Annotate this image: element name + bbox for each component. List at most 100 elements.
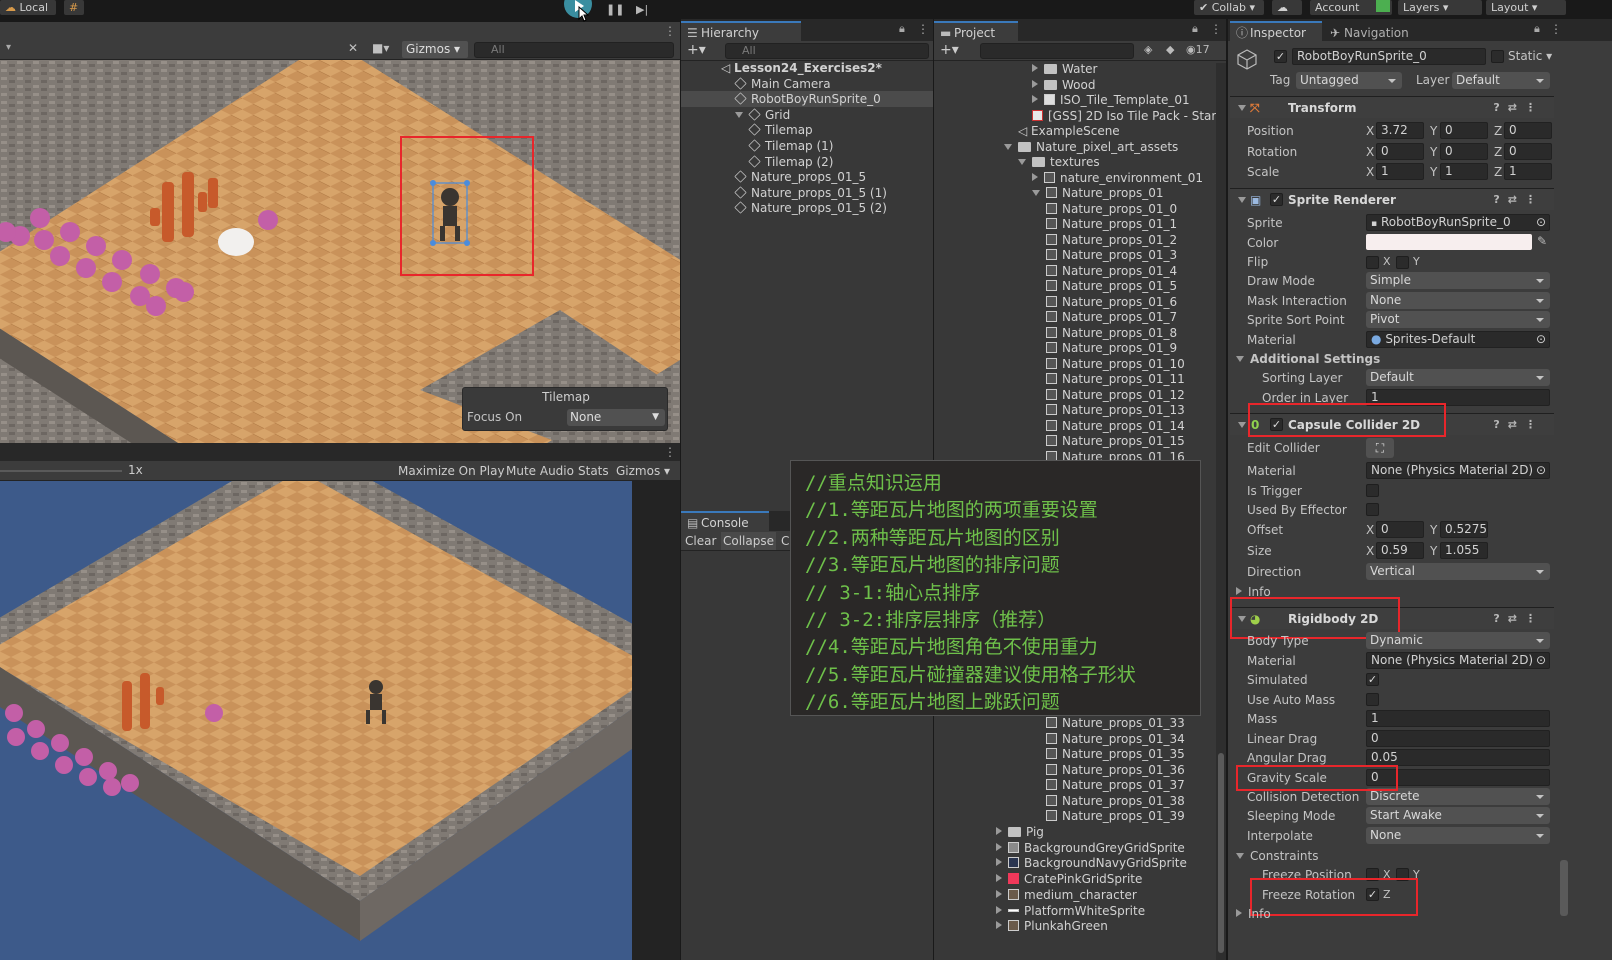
- z-value-field[interactable]: 0: [1504, 122, 1552, 139]
- filter-type-icon[interactable]: ◈: [1144, 43, 1152, 56]
- scale-slider[interactable]: [0, 470, 122, 472]
- use-auto-mass-checkbox[interactable]: [1366, 693, 1379, 706]
- project-item[interactable]: Nature_props_01_0: [1046, 201, 1177, 217]
- project-item[interactable]: Nature_props_01_14: [1046, 418, 1185, 434]
- scrollbar-thumb[interactable]: [1218, 753, 1224, 953]
- simulated-checkbox[interactable]: ✓: [1366, 673, 1379, 686]
- project-item[interactable]: Nature_props_01_6: [1046, 294, 1177, 310]
- stats-toggle[interactable]: Stats: [576, 462, 611, 480]
- project-item[interactable]: Nature_props_01_15: [1046, 433, 1185, 449]
- project-item[interactable]: ISO_Tile_Template_01: [1032, 92, 1190, 108]
- project-item[interactable]: Nature_props_01_33: [1046, 715, 1185, 731]
- angular-drag-field[interactable]: 0.05: [1366, 749, 1550, 766]
- collapsed-arrow-icon[interactable]: [996, 905, 1002, 914]
- object-name-field[interactable]: RobotBoyRunSprite_0: [1292, 48, 1486, 65]
- hierarchy-item[interactable]: Grid: [735, 107, 790, 123]
- rb-material-field[interactable]: None (Physics Material 2D) ⊙: [1366, 652, 1550, 669]
- mass-field[interactable]: 1: [1366, 710, 1550, 727]
- y-value-field[interactable]: 0.5275: [1440, 521, 1488, 538]
- project-item[interactable]: CratePinkGridSprite: [996, 871, 1142, 887]
- inspector-scrollbar[interactable]: [1560, 860, 1568, 916]
- console-clear-button[interactable]: Clear: [683, 532, 718, 550]
- linear-drag-field[interactable]: 0: [1366, 730, 1550, 747]
- sprite-sort-point-dropdown[interactable]: Pivot: [1366, 311, 1550, 328]
- tab-console[interactable]: ▤ Console: [681, 511, 769, 531]
- additional-settings-foldout[interactable]: Additional Settings: [1236, 350, 1380, 368]
- project-item[interactable]: Water: [1032, 61, 1097, 77]
- capsule-material-field[interactable]: None (Physics Material 2D) ⊙: [1366, 462, 1550, 479]
- component-menu-icons[interactable]: ?⇄⋮: [1493, 97, 1544, 119]
- tools-icon[interactable]: ✕: [348, 41, 358, 55]
- material-field[interactable]: ● Sprites-Default ⊙: [1366, 331, 1550, 348]
- project-scrollbar[interactable]: [1216, 63, 1226, 960]
- tab-navigation[interactable]: ✈ Navigation: [1324, 21, 1424, 41]
- object-picker-icon[interactable]: ⊙: [1536, 332, 1546, 347]
- collapsed-arrow-icon[interactable]: [996, 889, 1002, 898]
- more-icon[interactable]: ⋮: [1550, 22, 1562, 36]
- y-value-field[interactable]: 0: [1440, 122, 1488, 139]
- edit-collider-button[interactable]: ⛶: [1366, 438, 1394, 458]
- sprite-field[interactable]: ▪ RobotBoyRunSprite_0 ⊙: [1366, 214, 1550, 231]
- hierarchy-item[interactable]: Main Camera: [734, 76, 831, 92]
- lock-icon[interactable]: 🔒︎: [1192, 22, 1198, 36]
- more-icon[interactable]: ⋮: [917, 22, 929, 36]
- project-item[interactable]: Nature_props_01_8: [1046, 325, 1177, 341]
- console-collapse-button[interactable]: Collapse: [721, 532, 776, 550]
- is-trigger-checkbox[interactable]: [1366, 484, 1379, 497]
- x-value-field[interactable]: 0.59: [1376, 542, 1424, 559]
- active-checkbox[interactable]: ✓: [1274, 50, 1287, 63]
- local-button[interactable]: ☁ Local: [0, 0, 56, 15]
- z-value-field[interactable]: 0: [1504, 143, 1552, 160]
- lock-icon[interactable]: 🔒︎: [899, 22, 905, 36]
- project-item[interactable]: Nature_props_01_13: [1046, 402, 1185, 418]
- layers-button[interactable]: Layers ▾: [1398, 0, 1482, 15]
- y-value-field[interactable]: 1: [1440, 163, 1488, 180]
- y-value-field[interactable]: 0: [1440, 143, 1488, 160]
- expanded-arrow-icon[interactable]: [1032, 190, 1040, 196]
- filter-label-icon[interactable]: ◆: [1166, 43, 1174, 56]
- more-icon[interactable]: ⋮: [664, 445, 676, 459]
- lock-icon[interactable]: 🔒︎: [1534, 22, 1540, 36]
- body-type-dropdown[interactable]: Dynamic: [1366, 632, 1550, 649]
- static-dropdown[interactable]: Static ▾: [1508, 48, 1552, 65]
- more-icon[interactable]: ⋮: [1210, 22, 1222, 36]
- project-item[interactable]: Nature_props_01_2: [1046, 232, 1177, 248]
- hierarchy-item[interactable]: ◁ Lesson24_Exercises2*: [721, 60, 882, 76]
- collapsed-arrow-icon[interactable]: [996, 874, 1002, 883]
- constraints-foldout[interactable]: Constraints: [1236, 847, 1318, 865]
- hierarchy-item[interactable]: Nature_props_01_5: [734, 169, 866, 185]
- tag-dropdown[interactable]: Untagged: [1296, 72, 1402, 89]
- project-item[interactable]: Nature_pixel_art_assets: [1004, 139, 1178, 155]
- flip-x-checkbox[interactable]: [1366, 256, 1379, 269]
- direction-dropdown[interactable]: Vertical: [1366, 563, 1550, 580]
- project-item[interactable]: Nature_props_01_38: [1046, 793, 1185, 809]
- focus-on-dropdown[interactable]: None ▼: [567, 409, 665, 426]
- collapsed-arrow-icon[interactable]: [1032, 64, 1038, 72]
- hierarchy-item[interactable]: Tilemap (2): [748, 154, 833, 170]
- x-value-field[interactable]: 0: [1376, 521, 1424, 538]
- x-value-field[interactable]: 0: [1376, 143, 1424, 160]
- sprite-renderer-header[interactable]: ▣ ✓ Sprite Renderer ?⇄⋮: [1230, 188, 1554, 210]
- project-item[interactable]: Nature_props_01_34: [1046, 731, 1185, 747]
- scene-search-input[interactable]: All: [474, 42, 674, 58]
- component-menu-icons[interactable]: ?⇄⋮: [1493, 608, 1544, 630]
- project-item[interactable]: PlatformWhiteSprite: [996, 903, 1145, 919]
- hierarchy-item[interactable]: Tilemap (1): [748, 138, 833, 154]
- object-picker-icon[interactable]: ⊙: [1536, 215, 1546, 230]
- component-menu-icons[interactable]: ?⇄⋮: [1493, 189, 1544, 211]
- project-item[interactable]: Nature_props_01_3: [1046, 247, 1177, 263]
- project-item[interactable]: medium_character: [996, 887, 1137, 903]
- project-item[interactable]: ◁ ExampleScene: [1018, 123, 1120, 139]
- cloud-button[interactable]: ☁: [1272, 0, 1302, 15]
- project-item[interactable]: Nature_props_01_39: [1046, 808, 1185, 824]
- component-menu-icons[interactable]: ?⇄⋮: [1493, 414, 1544, 436]
- project-item[interactable]: BackgroundNavyGridSprite: [996, 855, 1187, 871]
- z-value-field[interactable]: 1: [1504, 163, 1552, 180]
- scene-canvas[interactable]: Tilemap Focus On None ▼: [0, 60, 680, 443]
- eyedropper-icon[interactable]: ✎: [1537, 234, 1547, 248]
- project-item[interactable]: Nature_props_01_1: [1046, 216, 1177, 232]
- transform-header[interactable]: ⤧ Transform ?⇄⋮: [1230, 96, 1554, 118]
- draw-mode-dropdown[interactable]: Simple: [1366, 272, 1550, 289]
- project-item[interactable]: Nature_props_01_9: [1046, 340, 1177, 356]
- project-item[interactable]: textures: [1018, 154, 1100, 170]
